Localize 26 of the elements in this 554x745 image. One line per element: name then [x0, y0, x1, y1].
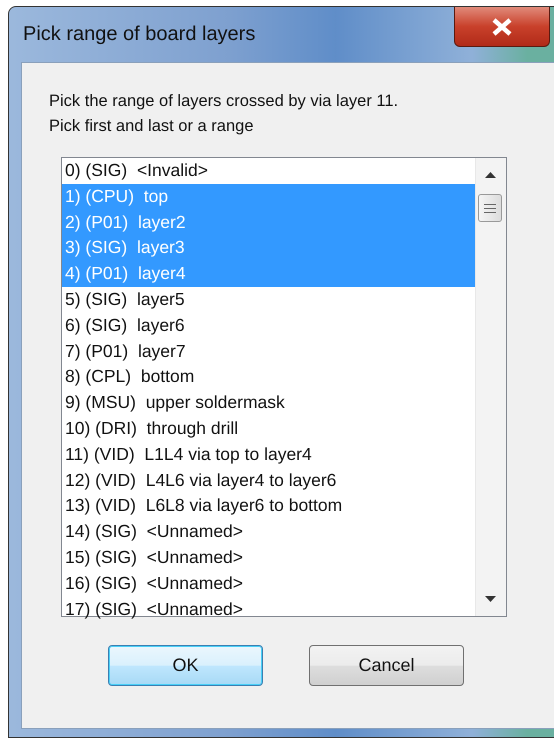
- ok-button[interactable]: OK: [108, 645, 263, 686]
- list-item[interactable]: 11) (VID) L1L4 via top to layer4: [62, 442, 475, 468]
- close-icon: [491, 18, 513, 36]
- list-item[interactable]: 6) (SIG) layer6: [62, 312, 475, 339]
- scrollbar[interactable]: [475, 158, 506, 616]
- scroll-down-icon[interactable]: [485, 596, 496, 602]
- list-item[interactable]: 0) (SIG) <Invalid>: [62, 158, 475, 184]
- list-item[interactable]: 13) (VID) L6L8 via layer6 to bottom: [62, 493, 475, 520]
- list-item[interactable]: 8) (CPL) bottom: [62, 364, 475, 390]
- list-item[interactable]: 14) (SIG) <Unnamed>: [62, 519, 475, 545]
- cancel-button[interactable]: Cancel: [309, 645, 464, 686]
- list-item[interactable]: 5) (SIG) layer5: [62, 286, 475, 313]
- list-item[interactable]: 16) (SIG) <Unnamed>: [62, 570, 475, 597]
- scroll-thumb[interactable]: [478, 194, 502, 222]
- list-item[interactable]: 9) (MSU) upper soldermask: [62, 390, 475, 416]
- grip-icon: [484, 204, 496, 212]
- list-item[interactable]: 10) (DRI) through drill: [62, 416, 475, 442]
- list-item[interactable]: 7) (P01) layer7: [62, 338, 475, 364]
- list-item[interactable]: 17) (SIG) <Unnamed>: [62, 596, 475, 622]
- scroll-up-icon[interactable]: [485, 172, 496, 178]
- list-item[interactable]: 15) (SIG) <Unnamed>: [62, 544, 475, 571]
- window-title: Pick range of board layers: [23, 23, 256, 46]
- instruction-text: Pick the range of layers crossed by via layer 11.: [49, 91, 400, 112]
- list-item[interactable]: 12) (VID) L4L6 via layer4 to layer6: [62, 468, 475, 494]
- close-button[interactable]: [454, 7, 550, 47]
- instruction-text: Pick first and last or a range: [49, 116, 255, 137]
